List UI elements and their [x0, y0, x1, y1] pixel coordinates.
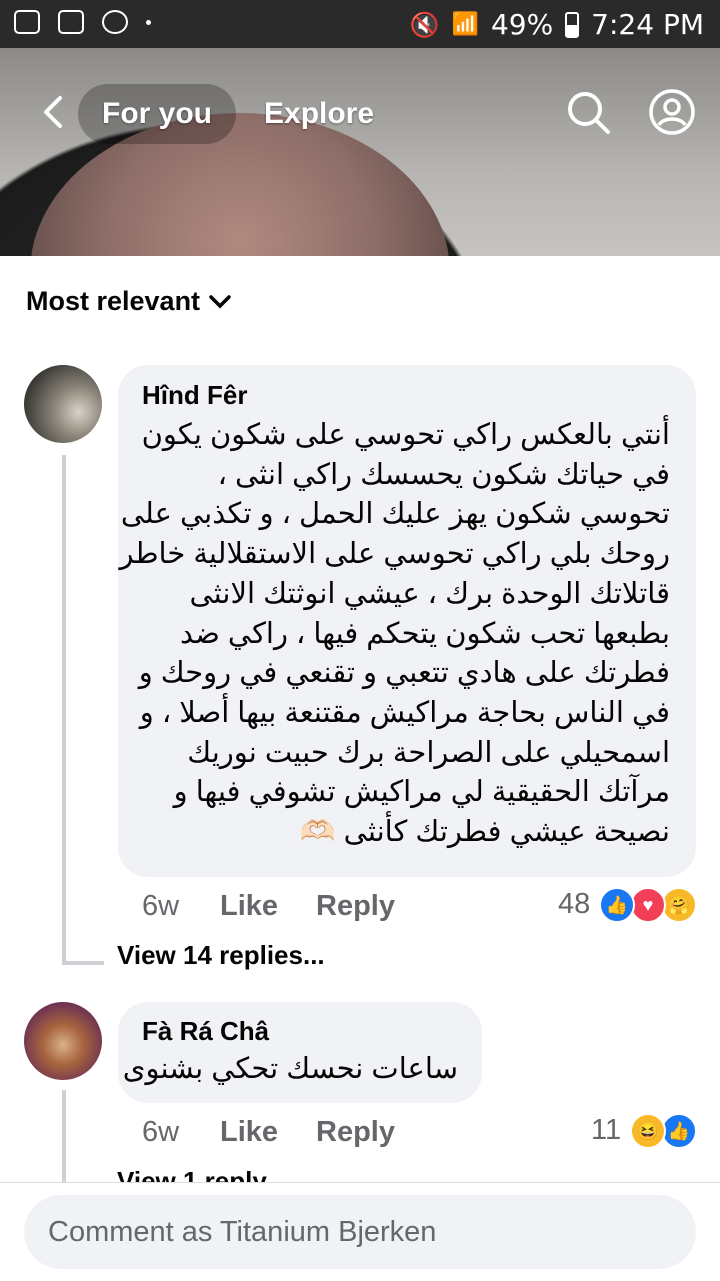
thread-line-branch	[62, 961, 104, 965]
comment-author[interactable]: Fà Rá Châ	[142, 1016, 269, 1047]
comment-line: نصيحة عيشي فطرتك كأنثى 🫶🏻	[299, 816, 670, 849]
more-notifications-dot-icon	[146, 19, 151, 25]
reaction-count[interactable]: 48	[558, 888, 590, 921]
haha-reaction-icon: 😆	[630, 1113, 666, 1149]
care-reaction-icon: 🤗	[661, 887, 697, 923]
comment-line: تحوسي شكون يهز عليك الحمل ، و تكذبي على	[120, 498, 670, 531]
reaction-count[interactable]: 11	[591, 1114, 621, 1147]
comment-input[interactable]: Comment as Titanium Bjerken	[24, 1195, 696, 1269]
comment-time[interactable]: 6w	[142, 890, 179, 923]
like-reaction-icon: 👍	[661, 1113, 697, 1149]
battery-percent: 49%	[490, 8, 554, 41]
status-notifications	[14, 10, 151, 34]
mute-icon: 🔇	[409, 10, 440, 39]
sync-notification-icon	[102, 10, 128, 34]
reply-button[interactable]: Reply	[316, 1116, 395, 1149]
avatar[interactable]	[24, 365, 102, 443]
wifi-signal-icon: 📶	[451, 12, 479, 37]
back-arrow-icon[interactable]	[36, 94, 72, 130]
like-reaction-icon: 👍	[599, 887, 635, 923]
profile-icon[interactable]	[648, 88, 696, 136]
chevron-down-icon	[209, 294, 231, 308]
comment-line: قاتلاتك الوحدة برك ، عيشي انوثتك الانثى	[189, 577, 670, 610]
comment-line: بطبعها تحب شكون يتحكم فيها ، راكي ضد	[180, 617, 670, 650]
comment-line: في حياتك شكون يحسسك راكي انثى ،	[217, 458, 670, 491]
love-reaction-icon: ♥	[630, 887, 666, 923]
comment-line: في الناس بحاجة مراكيش مقتنعة بيها أصلا ،…	[139, 696, 670, 729]
view-replies-link[interactable]: View 14 replies...	[117, 940, 325, 971]
comment-time[interactable]: 6w	[142, 1116, 179, 1149]
like-button[interactable]: Like	[220, 890, 278, 923]
thread-line	[62, 455, 66, 965]
comment-author[interactable]: Hînd Fêr	[142, 380, 247, 411]
comment-line: مرآتك الحقيقية لي مراكيش تشوفي فيها و	[173, 776, 670, 809]
reply-button[interactable]: Reply	[316, 890, 395, 923]
tab-explore[interactable]: Explore	[264, 84, 374, 144]
comment-line: فطرتك على هادي تتعبي و تقنعي في روحك و	[138, 657, 670, 690]
gallery-notification-icon	[58, 10, 84, 34]
sort-label: Most relevant	[26, 286, 201, 316]
comment-line: أنتي بالعكس راكي تحوسي على شكون يكون	[141, 419, 670, 451]
comment-line: روحك بلي راكي تحوسي على الاستقلالية خاطر	[119, 538, 670, 571]
status-bar: 🔇 📶 49% 7:24 PM	[0, 0, 720, 48]
like-button[interactable]: Like	[220, 1116, 278, 1149]
comment-sort-dropdown[interactable]: Most relevant	[26, 286, 232, 317]
comment-text: ساعات نحسك تحكي بشنوى	[122, 1053, 458, 1085]
clock: 7:24 PM	[591, 8, 704, 41]
comment-composer-bar: Comment as Titanium Bjerken	[0, 1182, 720, 1281]
messenger-notification-icon	[14, 10, 40, 34]
top-navigation: For you Explore	[0, 48, 720, 178]
thread-line	[62, 1090, 66, 1190]
search-icon[interactable]	[564, 88, 612, 136]
comment-text: أنتي بالعكس راكي تحوسي على شكون يكون في …	[119, 416, 670, 853]
comment-line: اسمحيلي على الصراحة برك حبيت نوريك	[187, 736, 670, 769]
avatar[interactable]	[24, 1002, 102, 1080]
battery-icon	[565, 11, 580, 38]
tab-for-you[interactable]: For you	[78, 84, 236, 144]
